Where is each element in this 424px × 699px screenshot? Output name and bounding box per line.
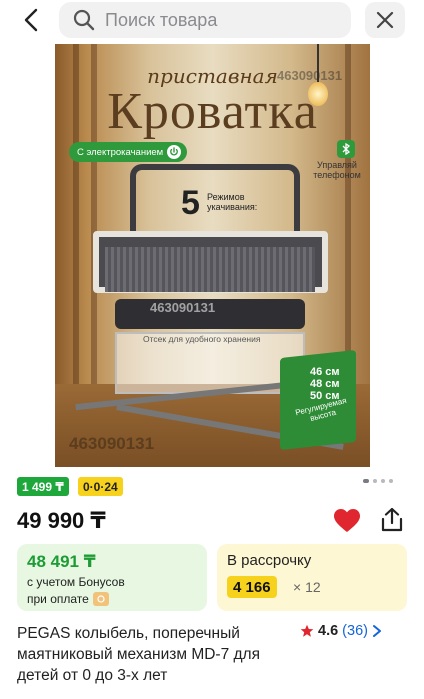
- image-title: Кроватка: [107, 83, 318, 140]
- height-values: 46 см 48 см 50 см: [310, 366, 340, 402]
- heart-icon: [334, 509, 360, 532]
- gallery-indicator: [363, 479, 393, 483]
- back-arrow-icon: [24, 8, 38, 32]
- feature-phone-label: Управляй телефоном: [313, 160, 361, 180]
- rating-link[interactable]: 4.6 (36): [300, 623, 382, 639]
- installment-months: × 12: [293, 579, 321, 595]
- installment-card[interactable]: В рассрочку 4 166 × 12: [217, 544, 407, 611]
- modes-number: 5: [181, 184, 200, 222]
- search-icon: [73, 9, 95, 31]
- share-button[interactable]: [378, 506, 406, 534]
- installment-monthly: 4 166: [227, 576, 277, 598]
- bonus-caption-line2: при оплате: [27, 592, 109, 606]
- watermark: 463090131: [69, 434, 155, 453]
- share-icon: [381, 507, 403, 532]
- bluetooth-icon: [337, 140, 355, 158]
- star-icon: [300, 624, 314, 637]
- close-icon: [376, 11, 394, 29]
- search-field[interactable]: [59, 2, 351, 38]
- bonus-caption-line1: с учетом Бонусов: [27, 575, 125, 589]
- gallery-dot[interactable]: [381, 479, 385, 483]
- modes-text-line1: Режимов: [207, 192, 245, 202]
- height-value: 46 см: [310, 366, 340, 378]
- favorite-button[interactable]: [333, 508, 361, 534]
- search-input[interactable]: [105, 9, 325, 31]
- product-image[interactable]: приставная Кроватка 463090131 С электрок…: [55, 44, 370, 467]
- review-count: (36): [342, 623, 368, 639]
- installment-label: В рассрочку: [227, 552, 312, 569]
- close-button[interactable]: [365, 2, 405, 38]
- bonus-caption-text: при оплате: [27, 592, 89, 606]
- product-title: PEGAS колыбель, поперечный маятниковый м…: [17, 625, 260, 684]
- product-price: 49 990 ₸: [17, 508, 106, 533]
- price-badge: 1 499 ₸: [17, 477, 69, 496]
- storage-label: Отсек для удобного хранения: [143, 334, 261, 344]
- rating-score: 4.6: [318, 623, 339, 639]
- height-value: 48 см: [310, 378, 340, 390]
- watermark: 463090131: [150, 300, 216, 315]
- watermark: 463090131: [277, 68, 343, 83]
- bonus-price-card[interactable]: 48 491 ₸ с учетом Бонусов при оплате: [17, 544, 207, 611]
- crib-mesh: [105, 247, 315, 292]
- installment-badge: 0·0·24: [78, 477, 123, 496]
- gallery-dot[interactable]: [363, 479, 369, 483]
- feature-electric-label: С электрокачанием: [77, 146, 164, 158]
- modes-text: Режимов укачивания:: [207, 192, 257, 212]
- power-icon: [167, 145, 182, 159]
- modes-text-line2: укачивания:: [207, 202, 258, 212]
- feature-electric-badge: С электрокачанием: [69, 142, 188, 162]
- top-bar: [0, 0, 424, 40]
- back-button[interactable]: [14, 4, 48, 36]
- gallery-dot[interactable]: [373, 479, 377, 483]
- chevron-right-icon: [372, 625, 381, 637]
- bonus-price: 48 491 ₸: [27, 552, 96, 571]
- gallery-dot[interactable]: [389, 479, 393, 483]
- coin-icon: [92, 592, 109, 606]
